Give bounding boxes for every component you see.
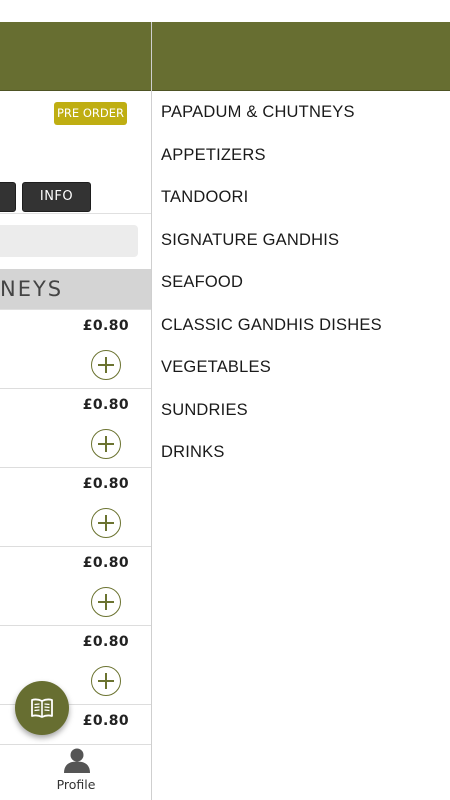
item-price: £0.80 xyxy=(82,713,129,729)
bottom-navigation: Profile xyxy=(0,744,151,800)
add-circle-icon[interactable] xyxy=(91,350,121,380)
add-circle-icon[interactable] xyxy=(91,429,121,459)
category-banner-label: NEYS xyxy=(0,277,64,301)
profile-label: Profile xyxy=(56,777,96,792)
menu-book-icon xyxy=(31,698,53,718)
menu-button[interactable] xyxy=(0,182,16,212)
category-item-classic-gandhis-dishes[interactable]: CLASSIC GANDHIS DISHES xyxy=(152,304,450,347)
category-item-tandoori[interactable]: TANDOORI xyxy=(152,176,450,219)
drawer-header-bar xyxy=(152,22,450,91)
menu-header-bar xyxy=(0,22,151,91)
category-item-papadum-chutneys[interactable]: PAPADUM & CHUTNEYS xyxy=(152,91,450,134)
category-item-appetizers[interactable]: APPETIZERS xyxy=(152,134,450,177)
menu-panel: PRE ORDER INFO NEYS £0.80 £0.80 £0.80 £0… xyxy=(0,22,152,800)
category-banner: NEYS xyxy=(0,269,151,309)
add-circle-icon[interactable] xyxy=(91,666,121,696)
category-item-seafood[interactable]: SEAFOOD xyxy=(152,261,450,304)
category-item-sundries[interactable]: SUNDRIES xyxy=(152,389,450,432)
add-circle-icon[interactable] xyxy=(91,587,121,617)
list-item[interactable]: £0.80 xyxy=(0,310,151,389)
item-price: £0.80 xyxy=(82,555,129,571)
category-item-drinks[interactable]: DRINKS xyxy=(152,431,450,474)
item-price: £0.80 xyxy=(82,397,129,413)
category-drawer: PAPADUM & CHUTNEYS APPETIZERS TANDOORI S… xyxy=(152,22,450,800)
category-item-vegetables[interactable]: VEGETABLES xyxy=(152,346,450,389)
list-item[interactable]: £0.80 xyxy=(0,468,151,547)
divider xyxy=(0,213,151,214)
person-icon xyxy=(64,748,90,773)
add-circle-icon[interactable] xyxy=(91,508,121,538)
item-price: £0.80 xyxy=(82,476,129,492)
menu-fab-button[interactable] xyxy=(15,681,69,735)
search-input[interactable] xyxy=(0,225,138,257)
item-price: £0.80 xyxy=(82,318,129,334)
category-item-signature-gandhis[interactable]: SIGNATURE GANDHIS xyxy=(152,219,450,262)
category-list: PAPADUM & CHUTNEYS APPETIZERS TANDOORI S… xyxy=(152,91,450,474)
list-item[interactable]: £0.80 xyxy=(0,547,151,626)
list-item[interactable]: £0.80 xyxy=(0,389,151,468)
status-bar xyxy=(0,0,450,22)
info-button[interactable]: INFO xyxy=(22,182,91,212)
preorder-button[interactable]: PRE ORDER xyxy=(54,102,127,125)
item-price: £0.80 xyxy=(82,634,129,650)
